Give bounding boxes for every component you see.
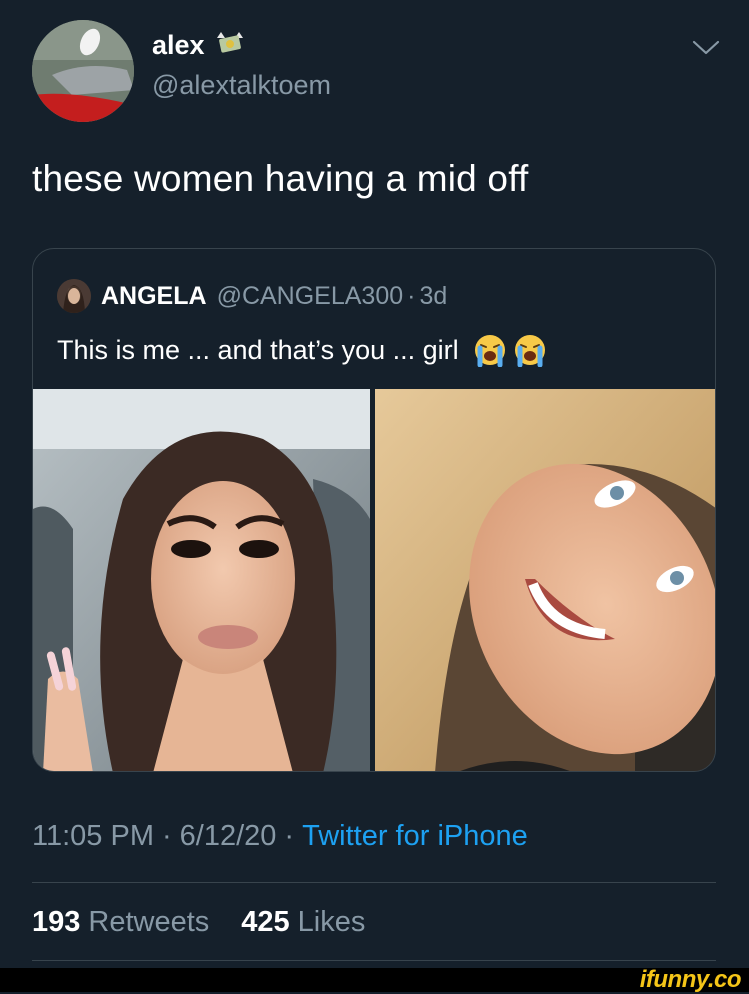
likes-label[interactable]: Likes	[298, 906, 366, 939]
quoted-handle[interactable]: @CANGELA300	[217, 282, 404, 311]
stats-spacer	[217, 906, 233, 939]
separator-dot: ·	[284, 820, 295, 852]
loudly-crying-face-icon	[473, 333, 507, 368]
tweet-stats-row: 193 Retweets 425 Likes	[32, 906, 365, 939]
retweets-count[interactable]: 193	[32, 906, 80, 939]
tweet-timestamp[interactable]: 11:05 PM	[32, 820, 154, 853]
tweet-meta-row: 11:05 PM · 6/12/20 · Twitter for iPhone	[32, 820, 528, 853]
tweet-text: these women having a mid off	[32, 158, 529, 199]
quoted-tweet-header: ANGELA @CANGELA300 · 3d	[57, 279, 447, 313]
tweet-date[interactable]: 6/12/20	[180, 820, 277, 853]
quoted-tweet-text-row: This is me ... and that’s you ... girl	[57, 333, 547, 368]
tweet-source-link[interactable]: Twitter for iPhone	[302, 820, 528, 853]
separator-dot: ·	[161, 820, 172, 852]
quoted-tweet-media	[33, 389, 715, 771]
quoted-display-name[interactable]: ANGELA	[101, 282, 207, 311]
money-with-wings-icon	[215, 30, 245, 61]
author-avatar[interactable]	[32, 20, 134, 122]
divider	[32, 882, 716, 883]
separator-dot: ·	[407, 281, 416, 310]
media-photo-left[interactable]	[33, 389, 370, 771]
author-handle[interactable]: @alextalktoem	[152, 70, 331, 101]
author-display-name[interactable]: alex	[152, 30, 205, 61]
chevron-down-icon[interactable]	[690, 36, 722, 60]
quoted-tweet-card[interactable]: ANGELA @CANGELA300 · 3d This is me ... a…	[32, 248, 716, 772]
quoted-author-avatar	[57, 279, 91, 313]
ifunny-watermark: ifunny.co	[639, 966, 742, 993]
loudly-crying-face-icon	[513, 333, 547, 368]
retweets-label[interactable]: Retweets	[88, 906, 209, 939]
likes-count[interactable]: 425	[241, 906, 289, 939]
divider	[32, 960, 716, 961]
watermark-bar: ifunny.co	[0, 966, 749, 993]
author-name-row: alex	[152, 30, 245, 61]
quoted-tweet-text: This is me ... and that’s you ... girl	[57, 334, 459, 365]
quoted-tweet-age: 3d	[419, 281, 448, 310]
media-photo-right[interactable]	[375, 389, 715, 771]
